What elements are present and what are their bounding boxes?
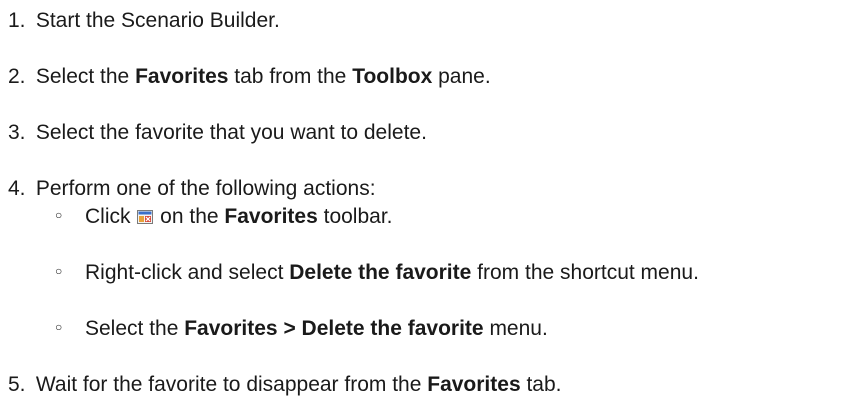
substep-click-icon: ○ Click on the Favorites toolbar. <box>55 204 393 230</box>
step-number: 3. <box>8 121 26 144</box>
step-number: 1. <box>8 9 26 32</box>
step-3: 3. Select the favorite that you want to … <box>8 120 427 146</box>
instruction-list: 1. Start the Scenario Builder. 2. Select… <box>0 0 843 411</box>
step-text: Start the Scenario Builder. <box>35 9 280 32</box>
step-2: 2. Select the Favorites tab from the Too… <box>8 64 491 90</box>
step-text: Wait for the favorite to disappear from … <box>35 373 562 396</box>
step-text: Select the Favorites tab from the Toolbo… <box>35 65 491 88</box>
bullet-marker: ○ <box>55 320 63 335</box>
step-text: Perform one of the following actions: <box>35 177 376 200</box>
delete-favorite-icon <box>137 205 154 224</box>
bullet-marker: ○ <box>55 208 63 223</box>
step-number: 2. <box>8 65 26 88</box>
step-1: 1. Start the Scenario Builder. <box>8 8 280 34</box>
step-number: 4. <box>8 177 26 200</box>
step-text: Select the favorite that you want to del… <box>35 121 427 144</box>
bullet-marker: ○ <box>55 264 63 279</box>
step-number: 5. <box>8 373 26 396</box>
substep-menu: ○ Select the Favorites > Delete the favor… <box>55 316 548 342</box>
step-5: 5. Wait for the favorite to disappear fr… <box>8 372 562 398</box>
step-4: 4. Perform one of the following actions: <box>8 176 376 202</box>
substep-right-click: ○ Right-click and select Delete the favor… <box>55 260 699 286</box>
